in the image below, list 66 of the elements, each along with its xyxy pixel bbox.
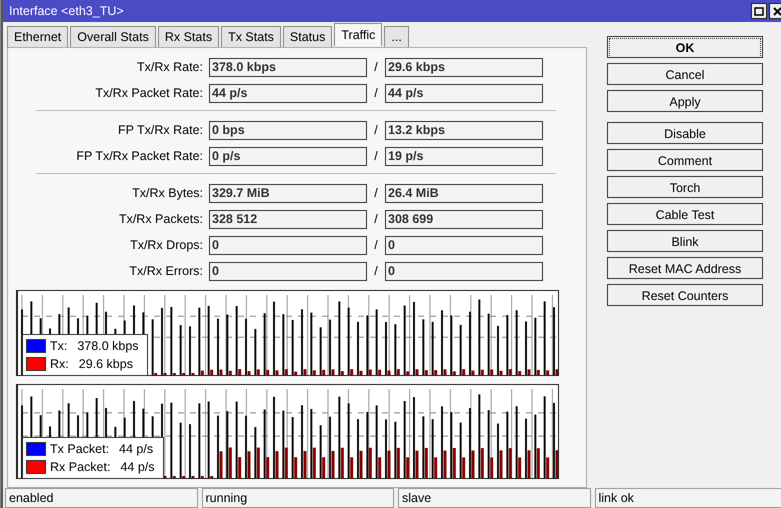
- status-cell: slave: [398, 488, 590, 508]
- action-button[interactable]: Blink: [607, 230, 763, 252]
- value-field: 44 p/s: [385, 84, 543, 102]
- action-button[interactable]: Torch: [607, 176, 763, 198]
- tab[interactable]: Rx Stats: [158, 26, 220, 47]
- value-field: 378.0 kbps: [209, 58, 367, 76]
- close-icon: [772, 6, 781, 16]
- action-button[interactable]: OK: [607, 36, 763, 58]
- status-cell: enabled: [5, 488, 198, 508]
- field-label: Tx/Rx Packet Rate:: [94, 86, 204, 100]
- action-button[interactable]: Cable Test: [607, 203, 763, 225]
- value-field: 19 p/s: [385, 146, 543, 166]
- value-field: 0 p/s: [209, 146, 367, 166]
- status-cell: running: [202, 488, 394, 508]
- maximize-icon: [754, 6, 764, 16]
- tab[interactable]: Traffic: [334, 23, 382, 46]
- slash-separator: /: [373, 149, 379, 163]
- tab[interactable]: Status: [282, 26, 332, 47]
- value-field: 44 p/s: [209, 84, 367, 102]
- slash-separator: /: [373, 238, 379, 252]
- slash-separator: /: [373, 212, 379, 226]
- tab[interactable]: Overall Stats: [70, 26, 156, 47]
- status-cell: link ok: [594, 488, 781, 508]
- legend-label: Rx Packet:: [50, 459, 110, 475]
- value-field: 328 512: [209, 210, 367, 228]
- value-field: 0 bps: [209, 120, 367, 140]
- slash-separator: /: [373, 60, 379, 74]
- legend-label: Rx:: [50, 356, 69, 372]
- field-label: Tx/Rx Packets:: [118, 212, 204, 226]
- slash-separator: /: [373, 186, 379, 200]
- action-button[interactable]: Reset MAC Address: [607, 257, 763, 279]
- action-button[interactable]: Disable: [607, 122, 763, 144]
- action-button[interactable]: Comment: [607, 149, 763, 171]
- slash-separator: /: [373, 123, 379, 137]
- close-button[interactable]: [769, 3, 781, 19]
- action-button[interactable]: Apply: [607, 90, 763, 112]
- action-button[interactable]: Cancel: [607, 63, 763, 85]
- field-label: FP Tx/Rx Rate:: [117, 123, 204, 137]
- value-field: 0: [385, 236, 543, 254]
- field-label: Tx/Rx Drops:: [129, 238, 204, 252]
- window-title: Interface <eth3_TU>: [9, 4, 124, 18]
- tab[interactable]: Tx Stats: [221, 26, 281, 47]
- value-field: 329.7 MiB: [209, 184, 367, 202]
- slash-separator: /: [373, 86, 379, 100]
- value-field: 29.6 kbps: [385, 58, 543, 76]
- value-field: 0: [209, 262, 367, 280]
- legend-value: 44 p/s: [120, 459, 154, 475]
- legend-value: 378.0 kbps: [77, 338, 139, 354]
- tab[interactable]: ...: [384, 26, 409, 47]
- legend-label: Tx:: [50, 338, 68, 354]
- value-field: 308 699: [385, 210, 543, 228]
- field-label: FP Tx/Rx Packet Rate:: [75, 149, 204, 163]
- field-label: Tx/Rx Rate:: [136, 60, 204, 74]
- value-field: 0: [385, 262, 543, 280]
- legend-value: 44 p/s: [119, 441, 154, 457]
- action-button[interactable]: Reset Counters: [607, 284, 763, 306]
- field-label: Tx/Rx Bytes:: [131, 186, 204, 200]
- legend-label: Tx Packet:: [50, 441, 110, 457]
- maximize-button[interactable]: [751, 3, 767, 19]
- value-field: 13.2 kbps: [385, 120, 543, 140]
- value-field: 0: [209, 236, 367, 254]
- slash-separator: /: [373, 264, 379, 278]
- value-field: 26.4 MiB: [385, 184, 543, 202]
- tab[interactable]: Ethernet: [7, 26, 68, 47]
- field-label: Tx/Rx Errors:: [128, 264, 204, 278]
- legend-value: 29.6 kbps: [78, 356, 133, 372]
